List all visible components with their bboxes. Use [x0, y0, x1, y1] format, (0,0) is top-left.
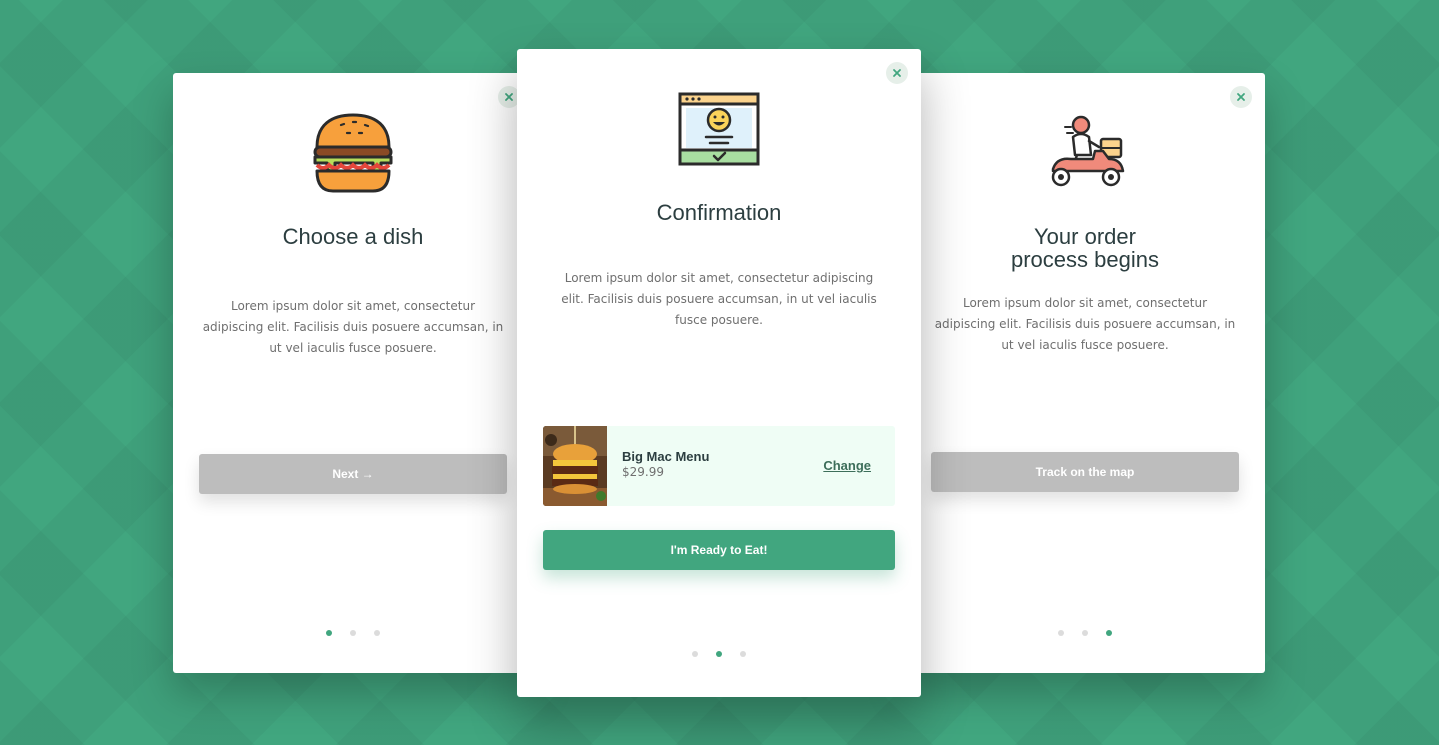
- order-item-name: Big Mac Menu: [622, 449, 710, 464]
- pagination-dot[interactable]: [740, 651, 746, 657]
- browser-smiley-icon: [517, 92, 921, 168]
- card-title: Your order process begins: [905, 225, 1265, 271]
- delivery-scooter-icon: [905, 115, 1265, 193]
- card-title-line: Your order: [1034, 224, 1136, 249]
- order-summary: Big Mac Menu $29.99 Change: [543, 426, 895, 506]
- pagination-dots: [905, 630, 1265, 636]
- pagination-dot[interactable]: [716, 651, 722, 657]
- card-title: Choose a dish: [282, 224, 424, 249]
- pagination-dot[interactable]: [350, 630, 356, 636]
- card-title-line: process begins: [1011, 247, 1159, 272]
- card-description: Lorem ipsum dolor sit amet, consectetur …: [561, 271, 877, 327]
- close-icon[interactable]: [1230, 86, 1252, 108]
- pagination-dots: [173, 630, 533, 636]
- pagination-dot[interactable]: [1106, 630, 1112, 636]
- next-button[interactable]: Next →: [199, 454, 507, 494]
- onboarding-card-confirmation: Confirmation Lorem ipsum dolor sit amet,…: [517, 49, 921, 697]
- pagination-dot[interactable]: [1082, 630, 1088, 636]
- burger-icon: [173, 113, 533, 195]
- track-on-map-button[interactable]: Track on the map: [931, 452, 1239, 492]
- pagination-dot[interactable]: [374, 630, 380, 636]
- change-order-link[interactable]: Change: [823, 458, 871, 473]
- pagination-dot[interactable]: [1058, 630, 1064, 636]
- order-item-price: $29.99: [622, 465, 664, 479]
- card-description: Lorem ipsum dolor sit amet, consectetur …: [934, 296, 1236, 352]
- card-description: Lorem ipsum dolor sit amet, consectetur …: [202, 299, 504, 355]
- pagination-dot[interactable]: [692, 651, 698, 657]
- burger-photo: [543, 426, 607, 506]
- card-title: Confirmation: [656, 200, 782, 225]
- pagination-dots: [517, 651, 921, 657]
- onboarding-card-order-process: Your order process begins Lorem ipsum do…: [905, 73, 1265, 673]
- close-icon[interactable]: [886, 62, 908, 84]
- onboarding-card-choose-dish: Choose a dish Lorem ipsum dolor sit amet…: [173, 73, 533, 673]
- ready-to-eat-button[interactable]: I'm Ready to Eat!: [543, 530, 895, 570]
- pagination-dot[interactable]: [326, 630, 332, 636]
